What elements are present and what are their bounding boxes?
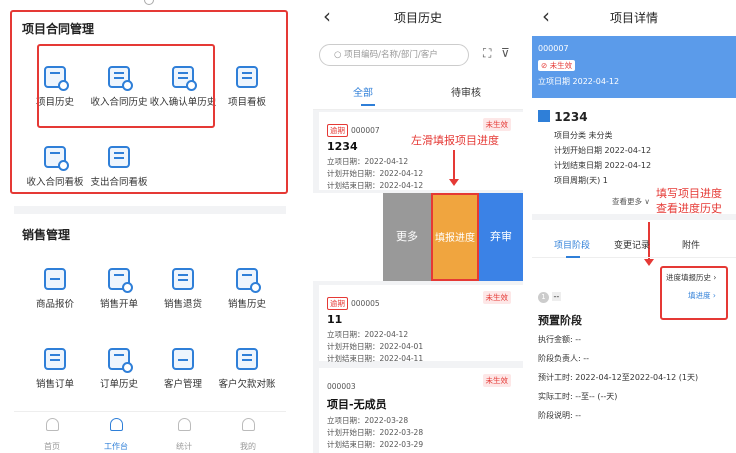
sales-section-title: 销售管理 (22, 228, 71, 242)
sales-order-create-item[interactable]: 销售开单 (83, 268, 155, 310)
project-card[interactable]: 逾期 000005 未生效 11 立项日期：2022-04-12 计划开始日期：2… (319, 285, 523, 363)
swipe-annotation: 左滑填报项目进度 (411, 134, 499, 147)
project-doc-icon (538, 110, 550, 122)
product-quote-item[interactable]: 商品报价 (19, 268, 91, 310)
yen-doc-icon (108, 268, 133, 293)
history-header: ‹ 项目历史 ○ 项目编码/名称/部门/客户 ⛶ ⊽ (313, 0, 523, 70)
detail-header: ‹ 项目详情 (532, 0, 736, 36)
more-action-button[interactable]: 更多 (383, 193, 431, 281)
fill-progress-link[interactable]: 填进度 › (688, 290, 716, 301)
project-card[interactable]: 逾期 000007 未生效 1234 立项日期：2022-04-12 计划开始日期… (319, 112, 523, 190)
debt-icon (236, 348, 258, 370)
detail-tabs: 项目阶段 变更记录 附件 (532, 228, 736, 258)
section-divider (14, 206, 286, 214)
status-badge: 未生效 (482, 118, 511, 131)
annotation-arrow (449, 150, 459, 186)
order-history-item[interactable]: 订单历史 (83, 348, 155, 390)
project-fields: 项目分类 未分类 计划开始日期 2022-04-12 计划结束日期 2022-0… (554, 131, 652, 185)
customer-debt-item[interactable]: 客户欠款对账 (211, 348, 283, 390)
home-icon (44, 268, 66, 290)
order-history-icon (108, 348, 133, 373)
tab-underline (361, 104, 375, 106)
filter-icon[interactable]: ⊽ (501, 44, 510, 62)
banner-date: 立项日期 2022-04-12 (538, 77, 620, 86)
home-tab-icon (45, 418, 59, 431)
stage-fields: 执行金额: -- 阶段负责人: -- 预计工时: 2022-04-12至2022… (538, 335, 699, 420)
back-arrow-icon[interactable]: ‹ (542, 0, 550, 32)
sales-history-icon (236, 268, 261, 293)
project-name: 1234 (538, 110, 588, 124)
unapprove-button[interactable]: 弃审 (479, 193, 523, 281)
customer-manage-item[interactable]: 客户管理 (147, 348, 219, 390)
status-badge: 未生效 (482, 291, 511, 304)
sales-history-item[interactable]: 销售历史 (211, 268, 283, 310)
top-dot-icon (144, 0, 154, 5)
workbench-tab-icon (109, 418, 123, 431)
overdue-badge: 逾期 (327, 297, 348, 310)
tab-attachments[interactable]: 附件 (682, 238, 700, 251)
tab-all[interactable]: 全部 (353, 84, 373, 99)
view-more-link[interactable]: 查看更多 ∨ (612, 196, 650, 207)
customer-icon (172, 348, 194, 370)
scan-icon[interactable]: ⛶ (483, 44, 491, 62)
workbench-screen: 项目合同管理 项目历史 收入合同历史 收入确认单历史 项目看板 收入合同看板 支… (0, 0, 300, 453)
stage-name: 预置阶段 (538, 314, 582, 327)
stage-header: 1 -- (538, 292, 562, 303)
banner-status: ⊘ 未生效 (538, 60, 576, 71)
order-list-icon (44, 348, 66, 370)
detail-annotation: 填写项目进度 查看进度历史 (656, 187, 722, 215)
return-doc-icon (172, 268, 194, 290)
detail-banner: 000007 ⊘ 未生效 立项日期 2022-04-12 (532, 36, 736, 98)
tab-pending[interactable]: 待审核 (451, 84, 481, 99)
sales-return-item[interactable]: 销售退货 (147, 268, 219, 310)
tab-home[interactable]: 首页 (32, 418, 72, 453)
search-icon: ○ (334, 50, 345, 60)
chevron-down-icon: ∨ (644, 197, 650, 206)
status-badge: 未生效 (482, 374, 511, 387)
bottom-tabbar: 首页 工作台 统计 我的 (14, 411, 286, 453)
sales-order-item[interactable]: 销售订单 (19, 348, 91, 390)
tab-stats[interactable]: 统计 (164, 418, 204, 453)
banner-code: 000007 (538, 44, 569, 53)
overdue-badge: 逾期 (327, 124, 348, 137)
detail-title: 项目详情 (609, 11, 658, 25)
search-input[interactable]: ○ 项目编码/名称/部门/客户 (319, 44, 469, 66)
tab-project-stage[interactable]: 项目阶段 (554, 238, 590, 251)
tab-mine[interactable]: 我的 (228, 418, 268, 453)
progress-history-link[interactable]: 进度填报历史 › (666, 272, 716, 283)
history-items-highlight (37, 44, 215, 128)
fill-progress-button[interactable]: 填报进度 (431, 193, 479, 281)
back-arrow-icon[interactable]: ‹ (323, 0, 331, 32)
tab-workbench[interactable]: 工作台 (96, 418, 136, 453)
project-history-screen: ‹ 项目历史 ○ 项目编码/名称/部门/客户 ⛶ ⊽ 全部 待审核 逾期 0000… (313, 0, 523, 453)
detail-divider (532, 214, 736, 220)
history-tabs: 全部 待审核 (313, 70, 523, 110)
stage-tab-underline (566, 256, 580, 258)
stats-tab-icon (177, 418, 191, 431)
tab-change-log[interactable]: 变更记录 (614, 238, 650, 251)
mine-tab-icon (241, 418, 255, 431)
project-detail-screen: ‹ 项目详情 000007 ⊘ 未生效 立项日期 2022-04-12 1234… (532, 0, 736, 453)
history-title: 项目历史 (393, 11, 442, 25)
project-card[interactable]: 000003 未生效 项目-无成员 立项日期：2022-03-28 计划开始日期… (319, 368, 523, 453)
